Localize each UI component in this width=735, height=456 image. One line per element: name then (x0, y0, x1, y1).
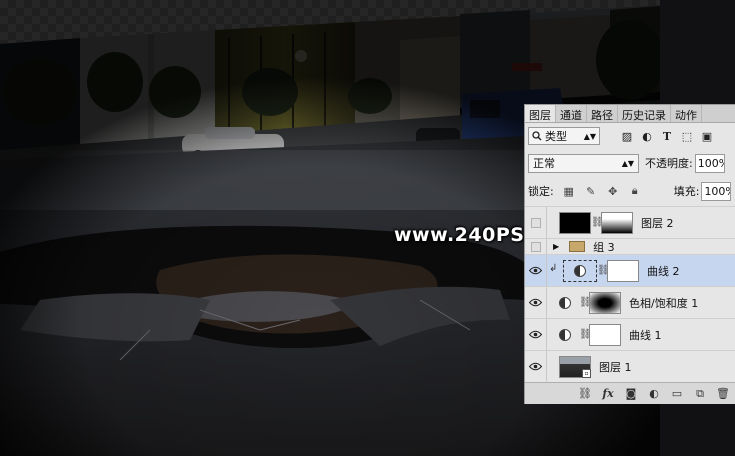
eye-icon (529, 298, 542, 307)
hue-saturation-adjustment-icon (559, 296, 571, 309)
shape-filter-icon[interactable]: ⬚ (680, 129, 694, 143)
folder-icon[interactable]: ▭ (670, 387, 684, 401)
layer-mask-thumbnail (589, 291, 621, 314)
group-expand-icon[interactable]: ▶ (553, 242, 559, 251)
lock-all-icon[interactable]: 🔒︎ (628, 184, 642, 198)
mask-link-icon[interactable]: ⛓︎ (597, 265, 610, 276)
layer-filter-row: 类型 ▲▼ ▨ ◐ T ⬚ ▣ (528, 126, 734, 146)
layer-row[interactable]: ⛓︎ 色相/饱和度 1 (525, 286, 735, 318)
layer-name: 组 3 (593, 240, 615, 254)
layer-row-selected[interactable]: ↲ ⛓︎ 曲线 2 (525, 254, 735, 286)
fill-label: 填充: (673, 185, 700, 198)
eye-icon (529, 362, 542, 371)
lock-pixels-checker-icon[interactable]: ▦ (562, 184, 576, 198)
fx-icon[interactable]: fx (601, 387, 615, 401)
smart-object-filter-icon[interactable]: ▣ (700, 129, 714, 143)
visibility-off-icon (530, 217, 541, 228)
chevron-updown-icon: ▲▼ (583, 131, 596, 141)
visibility-toggle[interactable] (525, 287, 547, 318)
visibility-toggle[interactable] (525, 239, 547, 254)
adjustment-filter-icon[interactable]: ◐ (640, 129, 654, 143)
curves-adjustment-icon (574, 264, 586, 277)
tab-actions[interactable]: 动作 (671, 105, 702, 122)
tab-channels[interactable]: 通道 (556, 105, 587, 122)
layer-name: 图层 1 (599, 360, 632, 374)
layer-row[interactable]: ▫ 图层 1 (525, 350, 735, 382)
kind-filter-label: 类型 (545, 130, 567, 143)
blend-row: 正常 ▲▼ 不透明度: 100% (528, 153, 735, 173)
mask-link-icon[interactable]: ⛓︎ (579, 297, 592, 308)
blend-mode-select[interactable]: 正常 ▲▼ (528, 153, 639, 173)
opacity-label: 不透明度: (645, 157, 693, 170)
opacity-field[interactable]: 100% (694, 153, 725, 173)
type-filter-icon[interactable]: T (660, 129, 674, 143)
visibility-toggle[interactable] (525, 351, 547, 382)
curves-adjustment-icon (559, 328, 571, 341)
layer-thumbnail (559, 211, 591, 234)
trash-icon[interactable]: 🗑︎ (716, 387, 730, 401)
smart-object-badge-icon: ▫ (582, 368, 591, 378)
kind-filter-select[interactable]: 类型 ▲▼ (528, 127, 600, 145)
layer-name: 曲线 1 (629, 328, 662, 342)
photoshop-workspace: www.240PS.com 图层 通道 路径 历史记录 动作 类型 ▲▼ ▨ ◐… (0, 0, 735, 456)
lock-brush-icon[interactable]: ✎ (584, 184, 598, 198)
tab-layers[interactable]: 图层 (525, 105, 556, 122)
tab-paths[interactable]: 路径 (587, 105, 618, 122)
layer-name: 图层 2 (641, 216, 674, 230)
group-row[interactable]: ▶ 组 3 (525, 238, 735, 254)
lock-row: 锁定: ▦ ✎ ✥ 🔒︎ 填充: 100% (528, 181, 735, 201)
visibility-off-icon (530, 241, 541, 252)
layers-panel: 图层 通道 路径 历史记录 动作 类型 ▲▼ ▨ ◐ T ⬚ ▣ 正常 ▲▼ 不… (524, 104, 735, 404)
smart-object-thumbnail: ▫ (559, 355, 591, 378)
adjustment-icon[interactable]: ◐ (647, 387, 661, 401)
tab-history[interactable]: 历史记录 (618, 105, 671, 122)
lock-label: 锁定: (528, 185, 554, 198)
layer-list: ⛓︎ 图层 2 ▶ 组 3 ↲ ⛓︎ 曲线 2 ⛓︎ 色相/饱和度 1 ⛓︎ 曲… (525, 206, 735, 382)
layer-row[interactable]: ⛓︎ 曲线 1 (525, 318, 735, 350)
adjustment-thumbnail (563, 259, 597, 282)
eye-icon (529, 266, 542, 275)
folder-icon (569, 241, 586, 252)
mask-link-icon[interactable]: ⛓︎ (579, 329, 592, 340)
clipping-arrow-icon: ↲ (549, 263, 558, 274)
layer-mask-thumbnail (607, 259, 639, 282)
new-layer-icon[interactable]: ⧉ (693, 387, 707, 401)
layer-name: 色相/饱和度 1 (629, 296, 699, 310)
filter-icons: ▨ ◐ T ⬚ ▣ (620, 129, 714, 143)
layers-panel-footer: ⛓︎ fx ◙ ◐ ▭ ⧉ 🗑︎ (525, 382, 735, 404)
image-filter-icon[interactable]: ▨ (620, 129, 634, 143)
mask-icon[interactable]: ◙ (624, 387, 638, 401)
lock-icons: ▦ ✎ ✥ 🔒︎ (562, 184, 642, 198)
visibility-toggle[interactable] (525, 319, 547, 350)
layer-row[interactable]: ⛓︎ 图层 2 (525, 206, 735, 238)
blend-mode-value: 正常 (533, 157, 555, 170)
link-icon[interactable]: ⛓︎ (578, 387, 592, 401)
visibility-toggle[interactable] (525, 207, 547, 238)
layer-mask-thumbnail (601, 211, 633, 234)
mask-link-icon[interactable]: ⛓︎ (591, 217, 604, 228)
layer-mask-thumbnail (589, 323, 621, 346)
search-icon (532, 131, 542, 141)
eye-icon (529, 330, 542, 339)
visibility-toggle[interactable] (525, 255, 547, 286)
lock-move-icon[interactable]: ✥ (606, 184, 620, 198)
panel-tabs: 图层 通道 路径 历史记录 动作 (525, 105, 735, 123)
chevron-updown-icon: ▲▼ (621, 158, 634, 168)
layer-name: 曲线 2 (647, 264, 680, 278)
fill-field[interactable]: 100% (701, 181, 732, 201)
